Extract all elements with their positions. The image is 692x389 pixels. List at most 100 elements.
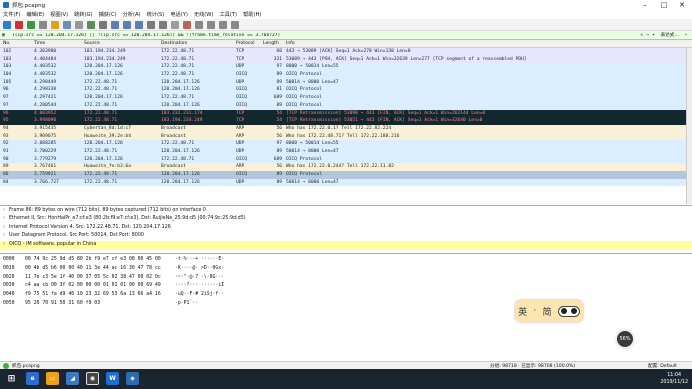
packet-row[interactable]: 102 4.303980 183.194.234.249 172.22.48.71 TC… — [0, 48, 692, 56]
restart-capture-icon[interactable] — [27, 20, 35, 29]
save-file-icon[interactable] — [63, 20, 71, 29]
packet-cell-dst: 172.22.48.71 — [161, 64, 195, 70]
close-button[interactable]: ✕ — [673, 0, 691, 10]
go-back-icon[interactable] — [111, 20, 119, 29]
ime-mode-toggle[interactable]: 简 — [543, 305, 552, 318]
column-destination[interactable]: Destination — [161, 41, 187, 46]
packet-row[interactable]: 103 4.403532 120.204.17.126 172.22.48.71 UDP… — [0, 63, 692, 72]
menu-telephony[interactable]: 电话(Y) — [167, 11, 191, 18]
bookmark-icon[interactable]: ▣ — [2, 32, 9, 39]
detail-row-ipv4[interactable]: › Internet Protocol Version 4, Src: 172.2… — [0, 224, 692, 232]
packet-row[interactable]: 91 3.780229 172.22.48.71 120.204.17.126 UDP 8… — [0, 147, 692, 156]
zoom-in-icon[interactable] — [195, 20, 203, 29]
packet-row[interactable]: 104 4.403532 120.204.17.126 172.22.48.71 OIC… — [0, 71, 692, 79]
detail-row-udp[interactable]: › User Datagram Protocol, Src Port: 50014… — [0, 232, 692, 240]
zoom-normal-icon[interactable] — [219, 20, 227, 29]
explorer-icon[interactable]: e — [26, 372, 39, 385]
packet-row[interactable]: 97 4.297421 120.204.17.126 172.22.48.71 OICQ… — [0, 94, 692, 102]
go-forward-icon[interactable] — [123, 20, 131, 29]
floating-monitor-badge[interactable]: 56% — [615, 329, 635, 349]
open-file-icon[interactable] — [51, 20, 59, 29]
column-source[interactable]: Source — [84, 41, 100, 46]
shark-fin-start-icon[interactable] — [3, 20, 11, 29]
minimize-button[interactable]: – — [636, 0, 654, 10]
hex-row[interactable]: 0050 95 20 70 91 50 31 60 f9 03 ·p·P1`·· — [0, 300, 692, 309]
ime-mascot-icon[interactable] — [557, 305, 580, 317]
last-packet-icon[interactable] — [159, 20, 167, 29]
packet-row[interactable]: 103 4.404484 183.194.234.249 172.22.48.71 TC… — [0, 55, 692, 64]
windows-start-icon[interactable]: ⊞ — [5, 372, 18, 385]
menu-file[interactable]: 文件(F) — [0, 11, 23, 18]
menu-tools[interactable]: 工具(T) — [216, 11, 240, 18]
capture-options-icon[interactable] — [39, 20, 47, 29]
packet-row[interactable]: 96 4.298338 172.22.48.71 120.204.17.126 OICQ… — [0, 86, 692, 95]
packet-cell-dst: Broadcast — [161, 133, 186, 139]
go-to-packet-icon[interactable] — [135, 20, 143, 29]
packet-row[interactable]: 86 3.759921 172.22.48.71 120.204.17.126 OICQ… — [0, 171, 692, 179]
hex-row[interactable]: 0030 c4 aa cb 00 3f 02 00 00 00 01 01 01 … — [0, 282, 692, 291]
menu-statistics[interactable]: 统计(S) — [144, 11, 168, 18]
packet-list[interactable]: 102 4.303980 183.194.234.249 172.22.48.71 TC… — [0, 48, 692, 204]
packet-list-header: No. Time Source Destination Protocol Len… — [0, 40, 692, 48]
colorize-icon[interactable] — [183, 20, 191, 29]
add-filter-button[interactable]: + — [683, 33, 689, 38]
menu-capture[interactable]: 捕获(C) — [96, 11, 120, 18]
detail-row-ethernet[interactable]: › Ethernet II, Src: HonHaiPr_e7:cf:e3 (80… — [0, 215, 692, 223]
menu-go[interactable]: 跳转(G) — [71, 11, 95, 18]
network-app-icon[interactable]: ◈ — [126, 372, 139, 385]
packet-cell-time: 3.888285 — [34, 141, 57, 147]
first-packet-icon[interactable] — [147, 20, 155, 29]
packet-row[interactable]: 93 3.909075 Huaweite_39:2e:b4 Broadcast ARP 5… — [0, 132, 692, 141]
browser-icon[interactable]: ◉ — [86, 372, 99, 385]
detail-row-frame[interactable]: › Frame 86: 89 bytes on wire (712 bits), … — [0, 207, 692, 215]
menu-wireless[interactable]: 无线(W) — [191, 11, 217, 18]
packet-row[interactable]: 96 4.003952 172.22.48.71 183.232.231.174 TCP… — [0, 109, 692, 118]
packet-row[interactable]: 105 4.298449 172.22.48.71 120.204.17.126 UDP… — [0, 78, 692, 87]
wireshark-taskbar-icon[interactable]: ◢ — [66, 372, 79, 385]
column-no[interactable]: No. — [3, 41, 11, 46]
reload-icon[interactable] — [87, 20, 95, 29]
folder-icon[interactable]: ▭ — [46, 372, 59, 385]
column-info[interactable]: Info — [286, 41, 295, 46]
autoscroll-icon[interactable] — [171, 20, 179, 29]
close-file-icon[interactable] — [75, 20, 83, 29]
packet-cell-len: 89 — [276, 172, 282, 177]
maximize-button[interactable]: □ — [655, 0, 673, 10]
packet-cell-len: 54 — [276, 118, 282, 124]
packet-row[interactable]: 92 3.888285 120.204.17.126 172.22.48.71 UDP 9… — [0, 140, 692, 148]
word-icon[interactable]: W — [106, 372, 119, 385]
packet-list-scrollbar[interactable] — [686, 48, 692, 204]
menu-help[interactable]: 帮助(H) — [240, 11, 264, 18]
packet-row[interactable]: 90 3.779279 120.204.17.126 172.22.48.71 OICQ… — [0, 155, 692, 164]
find-packet-icon[interactable] — [99, 20, 107, 29]
packet-row[interactable]: 84 3.766.727 172.22.48.71 120.204.17.126 UDP… — [0, 178, 692, 187]
packet-row[interactable]: 89 3.767461 Huaweite_fe:b3:6a Broadcast ARP 5… — [0, 163, 692, 171]
packet-cell-dst: 172.22.48.71 — [161, 49, 195, 54]
system-clock[interactable]: 11:04 2019/11/12 — [660, 372, 688, 386]
expression-button[interactable]: 表达式… — [657, 32, 683, 38]
column-time[interactable]: Time — [34, 41, 45, 46]
menu-analyze[interactable]: 分析(A) — [120, 11, 144, 18]
ime-toolbar[interactable]: 英 · 简 — [515, 300, 583, 322]
packet-row[interactable]: 97 4.280544 172.22.48.71 120.204.17.126 OICQ… — [0, 101, 692, 110]
resize-columns-icon[interactable] — [231, 20, 239, 29]
hex-row[interactable]: 0020 11 7e c3 5e 1f 40 00 37 05 5c 02 38 … — [0, 274, 692, 283]
menu-edit[interactable]: 编辑(E) — [23, 11, 47, 18]
column-protocol[interactable]: Protocol — [236, 41, 255, 46]
hex-row[interactable]: 0000 00 74 9c 25 9d d5 80 2b f9 e7 cf e3 … — [0, 256, 692, 265]
menu-view[interactable]: 视图(V) — [47, 11, 71, 18]
packet-row[interactable]: 95 3.998090 172.22.48.71 183.194.234.249 TCP… — [0, 117, 692, 125]
detail-row-oicq[interactable]: › OICQ - IM software, popular in China — [0, 240, 692, 249]
display-filter-input[interactable]: ((ip.src == 120.204.17.126) || !(ip.src … — [12, 33, 639, 38]
hex-row[interactable]: 0010 00 4b d5 b6 00 00 40 11 3e 44 ac 16 … — [0, 265, 692, 274]
packet-cell-info: OICQ Protocol — [286, 102, 322, 108]
hex-row[interactable]: 0040 f9 75 51 fa d9 46 10 23 32 69 53 6a … — [0, 291, 692, 300]
stop-capture-icon[interactable] — [15, 20, 23, 29]
packet-row[interactable]: 94 3.915435 Cybertan_8d:1d:c7 Broadcast ARP 5… — [0, 124, 692, 133]
packet-cell-no: 97 — [3, 102, 9, 108]
packet-cell-no: 95 — [3, 118, 9, 124]
zoom-out-icon[interactable] — [207, 20, 215, 29]
packet-cell-src: 172.22.48.71 — [84, 179, 118, 185]
column-length[interactable]: Length — [263, 41, 279, 46]
ime-language-toggle[interactable]: 英 — [518, 305, 527, 318]
